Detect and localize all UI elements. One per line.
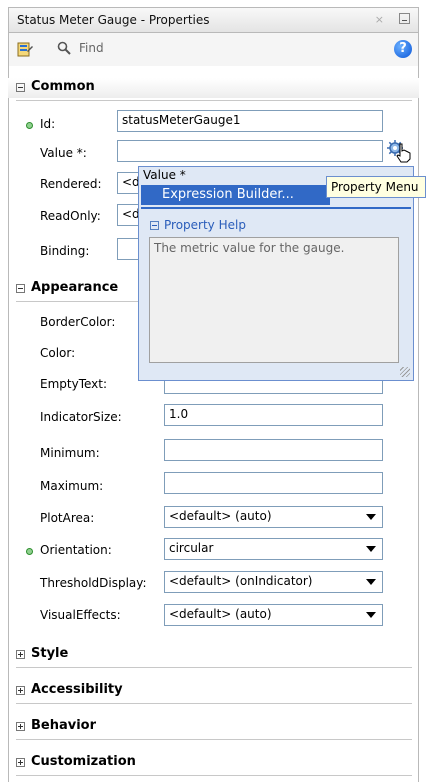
indicatorsize-field[interactable]: 1.0	[164, 404, 383, 426]
find-placeholder: Find	[79, 41, 104, 55]
expand-icon[interactable]	[16, 686, 25, 695]
section-common-header[interactable]: Common	[16, 79, 412, 101]
minimum-field[interactable]	[164, 439, 383, 461]
section-divider	[16, 667, 412, 668]
minimize-icon[interactable]	[399, 13, 410, 24]
maximum-field[interactable]	[164, 472, 383, 494]
close-icon[interactable]: ×	[375, 13, 384, 26]
expand-icon[interactable]	[16, 722, 25, 731]
hand-cursor-icon	[396, 143, 411, 163]
chevron-down-icon	[366, 579, 376, 585]
toolbar: Find ?	[8, 33, 419, 66]
property-menu-popup: Value * Expression Builder... Property H…	[138, 166, 414, 381]
value-label: Value *:	[40, 146, 87, 160]
section-customization-label: Customization	[31, 754, 136, 769]
thresholddisplay-label: ThresholdDisplay:	[40, 576, 147, 590]
bordercolor-label: BorderColor:	[40, 315, 116, 329]
visualeffects-value: <default> (auto)	[169, 607, 272, 621]
find-search-field[interactable]: Find	[49, 39, 379, 59]
section-divider	[16, 703, 412, 704]
section-behavior-header[interactable]: Behavior	[16, 718, 412, 740]
collapse-icon[interactable]	[16, 284, 25, 293]
indicatorsize-label: IndicatorSize:	[40, 410, 122, 424]
popup-separator	[141, 207, 411, 209]
id-label: Id:	[40, 117, 56, 131]
collapse-icon[interactable]	[150, 221, 159, 230]
plotarea-label: PlotArea:	[40, 511, 95, 525]
section-divider	[16, 739, 412, 740]
section-accessibility-label: Accessibility	[31, 682, 123, 697]
property-inspector-panel: Status Meter Gauge - Properties × Find ?…	[0, 0, 426, 782]
resize-grip-icon[interactable]	[400, 367, 410, 377]
expression-builder-menu-item[interactable]: Expression Builder...	[141, 185, 330, 205]
orientation-select[interactable]: circular	[164, 538, 383, 560]
thresholddisplay-select[interactable]: <default> (onIndicator)	[164, 571, 383, 593]
visualeffects-label: VisualEffects:	[40, 608, 121, 622]
window-titlebar: Status Meter Gauge - Properties ×	[8, 7, 419, 33]
required-dot-icon	[26, 122, 33, 129]
binding-label: Binding:	[40, 244, 90, 258]
required-dot-icon	[26, 548, 33, 555]
id-field[interactable]: statusMeterGauge1	[117, 110, 383, 132]
edit-component-icon[interactable]	[17, 41, 33, 57]
plotarea-select[interactable]: <default> (auto)	[164, 506, 383, 528]
chevron-down-icon	[366, 612, 376, 618]
section-accessibility-header[interactable]: Accessibility	[16, 682, 412, 704]
chevron-down-icon	[366, 514, 376, 520]
expand-icon[interactable]	[16, 758, 25, 767]
maximum-label: Maximum:	[40, 479, 104, 493]
color-label: Color:	[40, 346, 76, 360]
chevron-down-icon	[366, 546, 376, 552]
section-customization-header[interactable]: Customization	[16, 754, 412, 776]
property-help-title: Property Help	[164, 218, 246, 232]
section-style-label: Style	[31, 646, 69, 661]
property-help-text: The metric value for the gauge.	[149, 237, 399, 363]
rendered-label: Rendered:	[40, 177, 102, 191]
plotarea-value: <default> (auto)	[169, 509, 272, 523]
minimum-label: Minimum:	[40, 446, 100, 460]
thresholddisplay-value: <default> (onIndicator)	[169, 574, 313, 588]
section-divider	[16, 775, 412, 776]
section-common-label: Common	[31, 79, 95, 94]
value-field[interactable]	[117, 140, 383, 162]
collapse-icon[interactable]	[16, 83, 25, 92]
window-title: Status Meter Gauge - Properties	[17, 13, 210, 27]
readonly-label: ReadOnly:	[40, 209, 101, 223]
help-icon[interactable]: ?	[394, 40, 412, 58]
expand-icon[interactable]	[16, 650, 25, 659]
section-style-header[interactable]: Style	[16, 646, 412, 668]
visualeffects-select[interactable]: <default> (auto)	[164, 604, 383, 626]
section-divider	[16, 100, 412, 101]
section-behavior-label: Behavior	[31, 718, 97, 733]
emptytext-label: EmptyText:	[40, 377, 108, 391]
orientation-value: circular	[169, 541, 214, 555]
search-icon	[57, 41, 71, 55]
popup-title: Value *	[143, 168, 186, 182]
section-appearance-label: Appearance	[31, 280, 119, 295]
orientation-label: Orientation:	[40, 543, 112, 557]
property-menu-tooltip: Property Menu	[326, 176, 426, 198]
